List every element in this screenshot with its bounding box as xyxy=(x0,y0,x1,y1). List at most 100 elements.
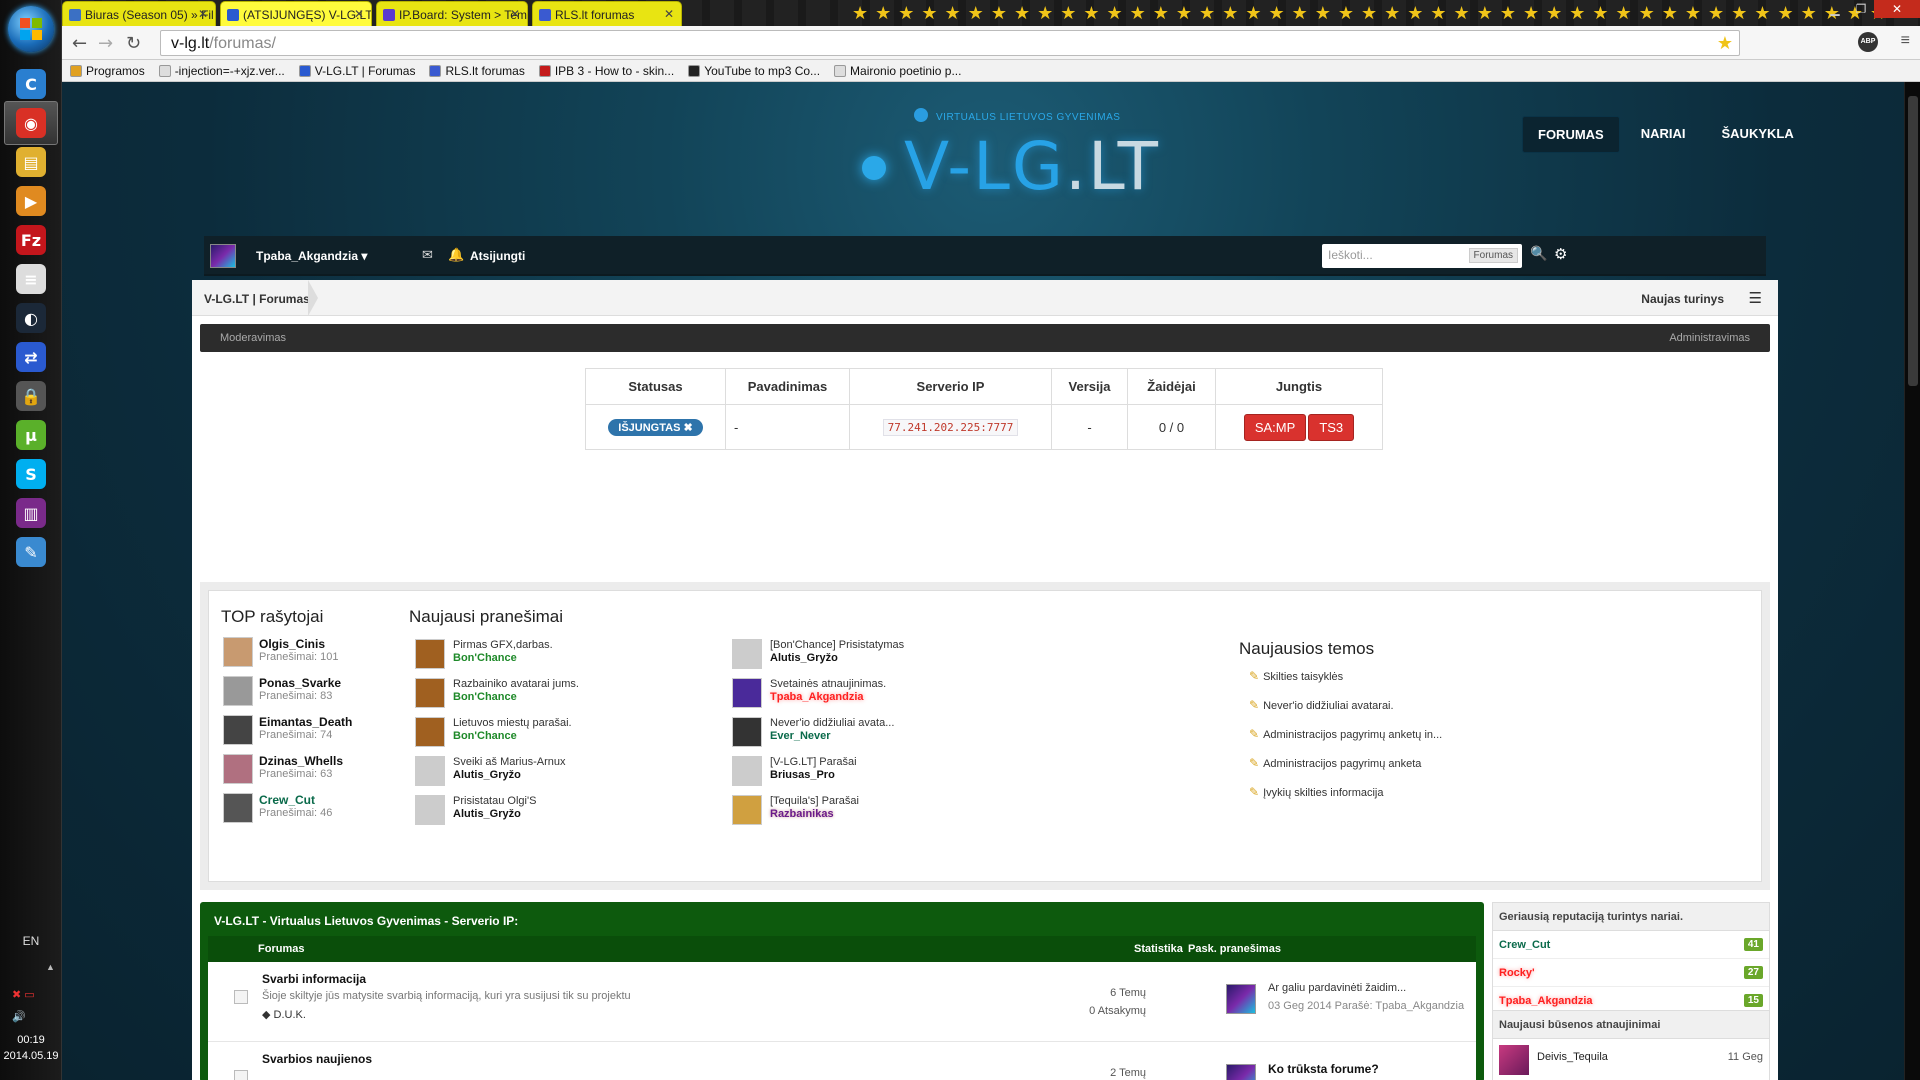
language-indicator[interactable]: EN xyxy=(0,934,62,948)
browser-tab[interactable]: IP.Board: System > Temų ✕ xyxy=(376,1,528,26)
chrome-menu-icon[interactable]: ≡ xyxy=(1901,32,1910,50)
minimize-icon[interactable]: ▁ xyxy=(1822,0,1848,18)
user-avatar[interactable] xyxy=(210,244,236,268)
post-avatar[interactable] xyxy=(732,678,762,708)
recent-post[interactable]: [Tequila's] Parašai Razbainikas xyxy=(732,795,1032,835)
recent-post[interactable]: Razbainiko avatarai jums. Bon'Chance xyxy=(415,678,715,718)
top-poster[interactable]: Olgis_Cinis Pranešimai: 101 xyxy=(223,637,403,677)
status-user[interactable]: Deivis_Tequila xyxy=(1537,1051,1608,1063)
reputation-name[interactable]: Rocky' xyxy=(1499,967,1535,979)
post-topic[interactable]: Pirmas GFX,darbas. xyxy=(453,639,553,651)
subforum-link[interactable]: ◆ D.U.K. xyxy=(262,1008,306,1021)
post-avatar[interactable] xyxy=(415,639,445,669)
nav-nariai[interactable]: NARIAI xyxy=(1626,116,1701,153)
post-author[interactable]: Briusas_Pro xyxy=(770,769,835,781)
messages-icon[interactable]: ✉ xyxy=(422,248,433,263)
topic-title[interactable]: Administracijos pagyrimų anketa xyxy=(1263,758,1421,770)
poster-avatar[interactable] xyxy=(223,676,253,706)
post-author[interactable]: Bon'Chance xyxy=(453,652,517,664)
search-input[interactable]: Ieškoti... Forumas xyxy=(1322,244,1522,268)
poster-name[interactable]: Ponas_Svarke xyxy=(259,676,341,690)
browser-tab[interactable]: Biuras (Season 05) » Fil ✕ xyxy=(62,1,216,26)
bookmark-item[interactable]: -injection=-+xjz.ver... xyxy=(158,64,285,78)
post-author[interactable]: Ever_Never xyxy=(770,730,831,742)
post-avatar[interactable] xyxy=(415,678,445,708)
reputation-name[interactable]: Crew_Cut xyxy=(1499,939,1550,951)
post-avatar[interactable] xyxy=(732,639,762,669)
latest-topic[interactable]: ✎ Administracijos pagyrimų anketų in... xyxy=(1249,727,1442,741)
maximize-icon[interactable]: ❐ xyxy=(1848,0,1874,18)
bookmark-item[interactable]: IPB 3 - How to - skin... xyxy=(538,64,674,78)
post-author[interactable]: Razbainikas xyxy=(770,808,834,820)
gear-icon[interactable]: ⚙ xyxy=(1554,245,1567,263)
search-icon[interactable]: 🔍 xyxy=(1530,246,1547,262)
post-topic[interactable]: Lietuvos miestų parašai. xyxy=(453,717,572,729)
bookmark-item[interactable]: V-LG.LT | Forumas xyxy=(298,64,415,78)
bookmark-item[interactable]: Programos xyxy=(70,64,145,78)
top-poster[interactable]: Crew_Cut Pranešimai: 46 xyxy=(223,793,403,833)
top-poster[interactable]: Dzinas_Whells Pranešimai: 63 xyxy=(223,754,403,794)
back-icon[interactable]: ← xyxy=(72,33,87,54)
ts3-connect-button[interactable]: TS3 xyxy=(1308,413,1355,441)
start-button[interactable] xyxy=(8,6,54,52)
clock[interactable]: 00:19 2014.05.19 xyxy=(0,1032,62,1064)
bookmark-item[interactable]: RLS.lt forumas xyxy=(429,64,525,78)
poster-name[interactable]: Crew_Cut xyxy=(259,793,315,807)
topic-title[interactable]: Administracijos pagyrimų anketų in... xyxy=(1263,729,1442,741)
post-avatar[interactable] xyxy=(415,795,445,825)
taskbar-app[interactable]: Fz xyxy=(4,218,58,262)
recent-post[interactable]: [Bon'Chance] Prisistatymas Alutis_Gryžo xyxy=(732,639,1032,679)
last-post-title[interactable]: Ko trūksta forume? xyxy=(1268,1062,1379,1076)
last-post-avatar[interactable] xyxy=(1226,984,1256,1014)
list-icon[interactable]: ☰ xyxy=(1749,289,1762,307)
post-avatar[interactable] xyxy=(732,756,762,786)
close-window-icon[interactable]: ✕ xyxy=(1874,0,1920,18)
poster-avatar[interactable] xyxy=(223,715,253,745)
forward-icon[interactable]: → xyxy=(98,33,113,54)
post-author[interactable]: Tpaba_Akgandzia xyxy=(770,691,864,703)
tray-expand-icon[interactable]: ▲ xyxy=(46,962,55,972)
address-bar[interactable]: v-lg.lt/forumas/ ★ xyxy=(160,30,1740,56)
status-avatar[interactable] xyxy=(1499,1045,1529,1075)
site-logo[interactable]: VIRTUALUS LIETUVOS GYVENIMAS V-LG.LT xyxy=(862,104,1222,205)
browser-tab[interactable]: (ATSIJUNGĘS) V-LG.LT | Fo✕ xyxy=(220,1,372,26)
reload-icon[interactable]: ↻ xyxy=(126,33,141,54)
post-topic[interactable]: [V-LG.LT] Parašai xyxy=(770,756,857,768)
poster-avatar[interactable] xyxy=(223,637,253,667)
adblock-icon[interactable]: ABP xyxy=(1858,32,1878,52)
post-avatar[interactable] xyxy=(415,756,445,786)
poster-avatar[interactable] xyxy=(223,793,253,823)
forum-name[interactable]: Svarbi informacija xyxy=(262,972,366,986)
top-poster[interactable]: Ponas_Svarke Pranešimai: 83 xyxy=(223,676,403,716)
post-author[interactable]: Alutis_Gryžo xyxy=(770,652,838,664)
latest-topic[interactable]: ✎ Skilties taisyklės xyxy=(1249,669,1343,683)
samp-connect-button[interactable]: SA:MP xyxy=(1243,413,1307,441)
new-content-link[interactable]: Naujas turinys xyxy=(1641,292,1724,306)
recent-post[interactable]: [V-LG.LT] Parašai Briusas_Pro xyxy=(732,756,1032,796)
topic-title[interactable]: Never'io didžiuliai avatarai. xyxy=(1263,700,1394,712)
network-status-icon[interactable]: ✖ ▭ xyxy=(12,984,35,1006)
post-avatar[interactable] xyxy=(732,795,762,825)
post-author[interactable]: Alutis_Gryžo xyxy=(453,808,521,820)
administration-link[interactable]: Administravimas xyxy=(1669,332,1750,344)
notifications-icon[interactable]: 🔔 xyxy=(448,248,464,263)
post-avatar[interactable] xyxy=(415,717,445,747)
taskbar-app[interactable]: S xyxy=(4,452,58,496)
nav-forumas[interactable]: FORUMAS xyxy=(1522,116,1620,153)
latest-topic[interactable]: ✎ Įvykių skilties informacija xyxy=(1249,785,1383,799)
tab-close-icon[interactable]: ✕ xyxy=(354,7,364,21)
taskbar-app[interactable]: ▶ xyxy=(4,179,58,223)
recent-post[interactable]: Prisistatau Olgi'S Alutis_Gryžo xyxy=(415,795,715,835)
poster-name[interactable]: Eimantas_Death xyxy=(259,715,352,729)
poster-name[interactable]: Dzinas_Whells xyxy=(259,754,343,768)
post-topic[interactable]: Razbainiko avatarai jums. xyxy=(453,678,579,690)
post-author[interactable]: Bon'Chance xyxy=(453,730,517,742)
last-post-avatar[interactable] xyxy=(1226,1064,1256,1080)
taskbar-app[interactable]: C xyxy=(4,62,58,106)
tab-close-icon[interactable]: ✕ xyxy=(664,7,674,21)
logout-link[interactable]: Atsijungti xyxy=(470,249,525,263)
recent-post[interactable]: Sveiki aš Marius-Arnux Alutis_Gryžo xyxy=(415,756,715,796)
post-topic[interactable]: Prisistatau Olgi'S xyxy=(453,795,536,807)
post-author[interactable]: Bon'Chance xyxy=(453,691,517,703)
recent-post[interactable]: Pirmas GFX,darbas. Bon'Chance xyxy=(415,639,715,679)
